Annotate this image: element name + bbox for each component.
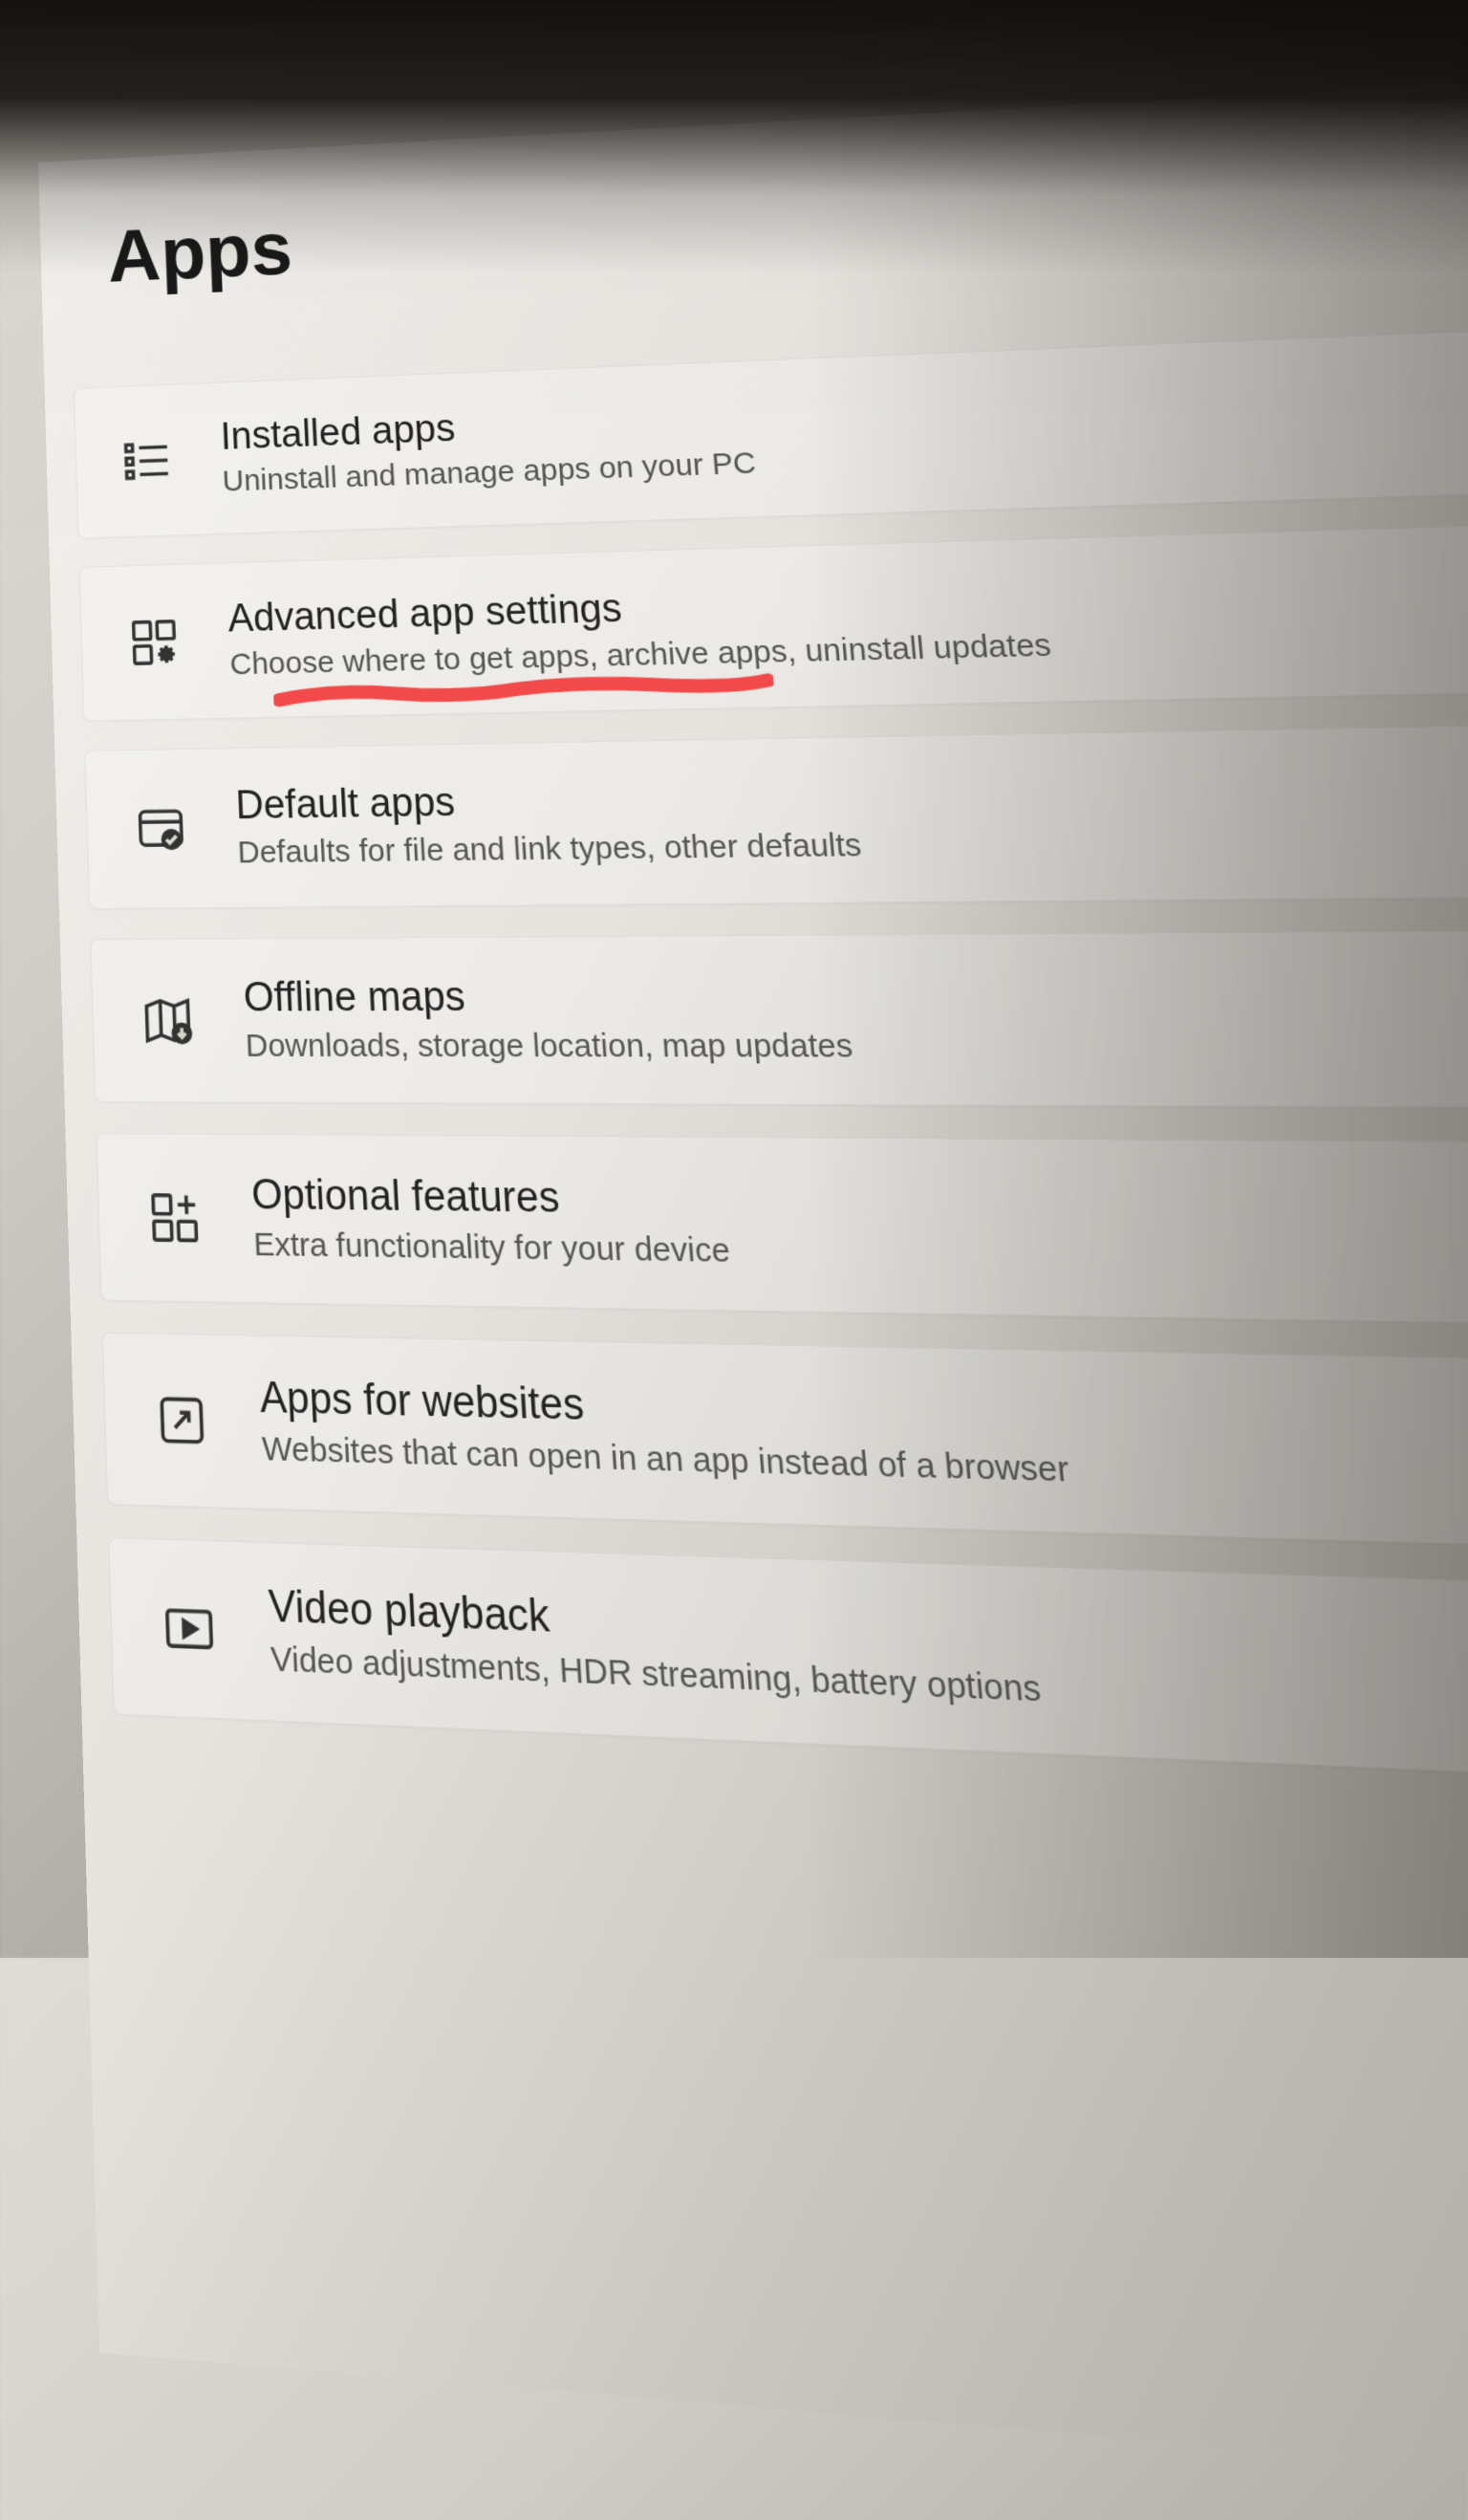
item-title: Default apps [235,760,1468,829]
settings-list: Installed apps Uninstall and manage apps… [45,318,1468,1795]
video-playback-icon [155,1591,224,1665]
installed-apps-icon [117,428,180,491]
optional-features-icon [141,1183,208,1251]
item-title: Offline maps [243,969,1468,1022]
apps-for-websites-icon [148,1384,216,1456]
settings-item-installed-apps[interactable]: Installed apps Uninstall and manage apps… [74,319,1468,538]
settings-item-offline-maps[interactable]: Offline maps Downloads, storage location… [90,928,1468,1110]
settings-apps-screen: Apps Installed apps Uninstall and manage… [38,69,1468,2520]
item-subtitle: Downloads, storage location, map updates [245,1027,1468,1067]
advanced-settings-icon [122,610,186,675]
offline-maps-icon [135,987,201,1054]
settings-item-apps-for-websites[interactable]: Apps for websites Websites that can open… [102,1332,1468,1558]
settings-item-optional-features[interactable]: Optional features Extra functionality fo… [96,1133,1468,1331]
settings-item-advanced-app-settings[interactable]: Advanced app settings Choose where to ge… [78,516,1468,722]
settings-item-default-apps[interactable]: Default apps Defaults for file and link … [84,719,1468,909]
item-subtitle: Extra functionality for your device [253,1227,1468,1287]
default-apps-icon [129,795,194,861]
page-title: Apps [106,131,1468,299]
settings-item-video-playback[interactable]: Video playback Video adjustments, HDR st… [108,1537,1468,1794]
